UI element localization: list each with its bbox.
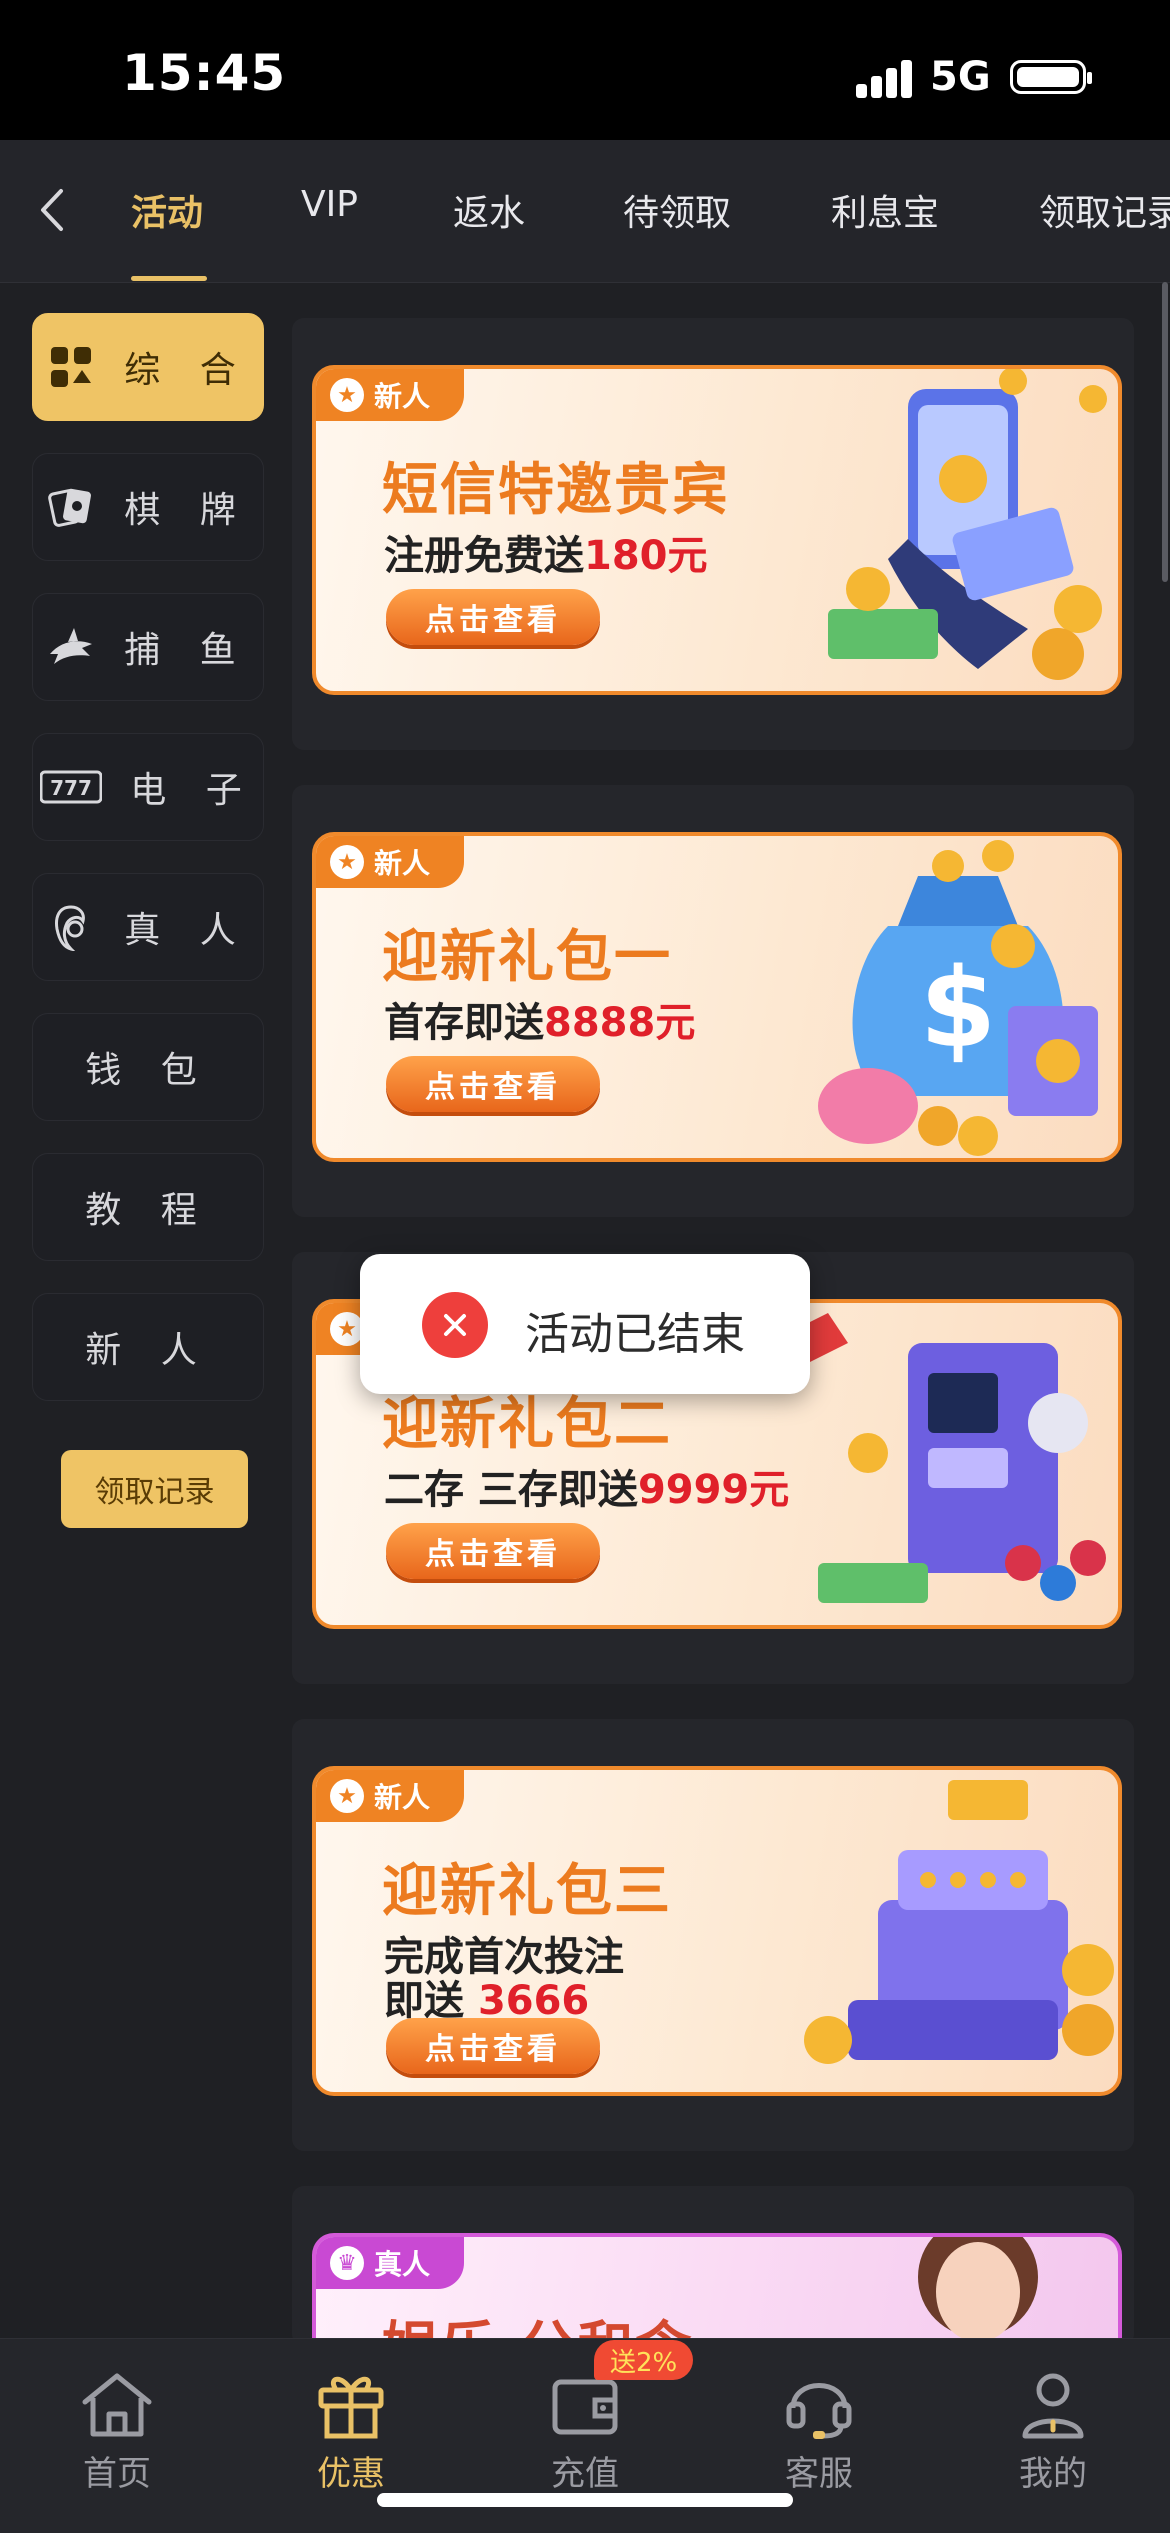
nav-label: 客服 (785, 2454, 853, 2494)
sidebar-item-label: 电 子 (130, 770, 256, 811)
sidebar-item-label: 综 合 (124, 350, 250, 391)
tab-vip[interactable]: VIP (301, 184, 358, 225)
banner-title: 短信特邀贵宾 (382, 458, 730, 523)
tab-activities[interactable]: 活动 (131, 184, 203, 236)
dealer-portrait (918, 2237, 1038, 2338)
sidebar-item-label: 捕 鱼 (124, 630, 250, 671)
tab-claim-records[interactable]: 领取记录 (1039, 184, 1170, 236)
nav-home[interactable]: 首页 (37, 2368, 197, 2498)
error-icon (422, 1292, 488, 1358)
sidebar-item-tutorial[interactable]: 教 程 (32, 1153, 264, 1261)
promo-banner-welcome-pack-3[interactable]: ★ 新人 迎新礼包三 完成首次投注 即送 3666 点击查看 (312, 1766, 1122, 2096)
star-icon: ★ (330, 1312, 364, 1346)
claim-records-button[interactable]: 领取记录 (61, 1450, 248, 1528)
back-icon[interactable] (30, 180, 74, 240)
tab-interest[interactable]: 利息宝 (831, 184, 939, 236)
nav-profile[interactable]: 我的 (973, 2368, 1133, 2498)
top-tab-bar: 活动 VIP 返水 待领取 利息宝 领取记录 (0, 140, 1170, 283)
battery-icon (1010, 60, 1092, 94)
banner-subtitle: 注册免费送180元 (384, 533, 708, 579)
tab-rebate[interactable]: 返水 (453, 184, 525, 236)
view-button[interactable]: 点击查看 (386, 2018, 600, 2074)
sidebar-item-fishing[interactable]: 捕 鱼 (32, 593, 264, 701)
sidebar-item-label: 钱 包 (85, 1050, 211, 1091)
sidebar-item-label: 新 人 (85, 1330, 211, 1371)
banner-title: 娱乐 分和含 (382, 2303, 694, 2338)
toast-message: 活动已结束 (525, 1309, 745, 1360)
star-icon: ★ (330, 845, 364, 879)
promo-banner-welcome-pack-1[interactable]: ★ 新人 迎新礼包一 首存即送8888元 点击查看 $ (312, 832, 1122, 1162)
money-bag-illustration: $ (818, 840, 1098, 1156)
signal-icon (856, 60, 914, 98)
cash-register-illustration (804, 1780, 1114, 2064)
slot-777-icon: 777 (40, 762, 103, 812)
nav-label: 优惠 (317, 2454, 385, 2494)
active-tab-indicator (131, 276, 207, 281)
tab-pending[interactable]: 待领取 (623, 184, 731, 236)
shark-icon (46, 622, 96, 672)
view-button[interactable]: 点击查看 (386, 1523, 600, 1579)
activity-ended-toast: 活动已结束 (360, 1254, 810, 1394)
sidebar-item-label: 教 程 (85, 1190, 211, 1231)
sidebar-item-label: 棋 牌 (124, 490, 250, 531)
view-button[interactable]: 点击查看 (386, 1056, 600, 1112)
sidebar-item-chess[interactable]: 棋 牌 (32, 453, 264, 561)
newbie-badge: ★新人 (316, 369, 465, 421)
home-icon (82, 2373, 152, 2437)
home-indicator (377, 2493, 793, 2507)
view-button[interactable]: 点击查看 (386, 589, 600, 645)
user-icon (1022, 2373, 1084, 2439)
nav-support[interactable]: 客服 (739, 2368, 899, 2498)
recharge-bonus-badge: 送2% (594, 2340, 694, 2380)
svg-text:777: 777 (50, 776, 92, 800)
star-icon: ★ (330, 378, 364, 412)
sidebar-item-all[interactable]: 综 合 (32, 313, 264, 421)
nav-recharge[interactable]: 充值 (505, 2368, 665, 2498)
status-bar: 15:45 5G (0, 0, 1170, 140)
sidebar-item-wallet[interactable]: 钱 包 (32, 1013, 264, 1121)
nav-label: 我的 (1019, 2454, 1087, 2494)
nav-label: 首页 (83, 2454, 151, 2494)
atm-illustration (788, 1313, 1106, 1603)
scrollbar[interactable] (1162, 282, 1168, 582)
live-badge: ♛ 真人 (316, 2237, 465, 2289)
banner-subtitle: 首存即送8888元 (384, 1000, 696, 1046)
banner-title: 迎新礼包一 (382, 925, 672, 990)
nav-label: 充值 (551, 2454, 619, 2494)
sidebar-item-live[interactable]: 真 人 (32, 873, 264, 981)
network-type: 5G (930, 54, 991, 100)
banner-subtitle: 二存 三存即送9999元 (384, 1467, 790, 1513)
sidebar-item-slots[interactable]: 777 电 子 (32, 733, 264, 841)
gift-icon (318, 2376, 384, 2439)
dealer-icon: ♛ (330, 2246, 364, 2280)
phone-coins-illustration (828, 369, 1107, 680)
newbie-badge: ★新人 (316, 1770, 465, 1822)
banner-title: 迎新礼包三 (382, 1859, 672, 1924)
promo-banner-live[interactable]: ♛真人 娱乐 分和含 (312, 2233, 1122, 2338)
headset-icon (786, 2383, 852, 2439)
nav-promotions[interactable]: 优惠 (271, 2368, 431, 2498)
sidebar-item-newbie[interactable]: 新 人 (32, 1293, 264, 1401)
sidebar-item-label: 真 人 (124, 910, 250, 951)
cards-icon (46, 482, 96, 532)
promo-banner-sms-vip[interactable]: ★ 新人 短信特邀贵宾 注册免费送180元 点击查看 (312, 365, 1122, 695)
newbie-badge: ★新人 (316, 836, 465, 888)
grid-icon (46, 342, 96, 392)
status-time: 15:45 (122, 44, 287, 102)
dealer-icon (46, 902, 96, 952)
svg-text:$: $ (920, 944, 997, 1072)
star-icon: ★ (330, 1779, 364, 1813)
